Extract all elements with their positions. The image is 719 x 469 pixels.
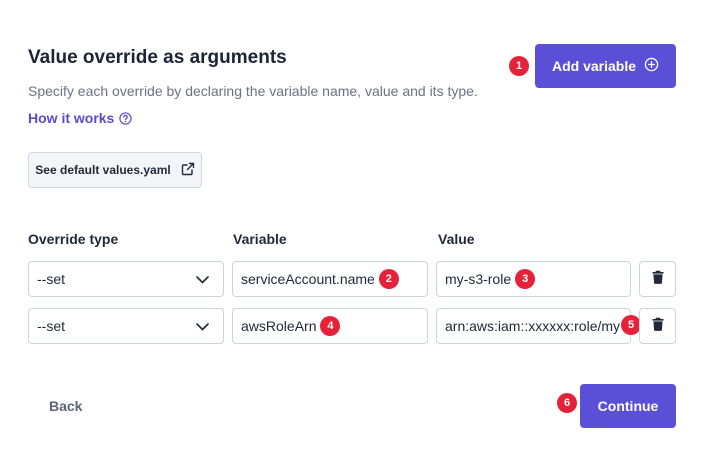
variable-value: awsRoleArn: [241, 318, 317, 334]
page-title: Value override as arguments: [28, 47, 287, 68]
delete-row-button-2[interactable]: [639, 308, 676, 344]
value-value: arn:aws:iam::xxxxxx:role/my: [445, 318, 621, 334]
page-subtitle: Specify each override by declaring the v…: [28, 83, 478, 99]
delete-row-button-1[interactable]: [639, 261, 676, 297]
external-link-icon: [181, 162, 195, 179]
continue-button[interactable]: Continue: [580, 384, 676, 428]
step-badge-2: 2: [378, 269, 399, 289]
step-badge-6: 6: [557, 393, 577, 413]
override-type-value: --set: [37, 318, 65, 334]
add-variable-button[interactable]: Add variable: [535, 44, 676, 88]
value-input-row-1[interactable]: my-s3-role 3: [436, 261, 631, 297]
value-input-row-2[interactable]: arn:aws:iam::xxxxxx:role/my: [436, 308, 631, 344]
trash-icon: [652, 317, 664, 336]
continue-label: Continue: [597, 398, 659, 414]
trash-icon: [652, 270, 664, 289]
see-default-values-button[interactable]: See default values.yaml: [28, 152, 202, 188]
variable-value: serviceAccount.name: [241, 271, 375, 287]
plus-circle-icon: [644, 57, 659, 75]
variable-input-row-1[interactable]: serviceAccount.name 2: [232, 261, 428, 297]
how-it-works-label: How it works: [28, 110, 115, 126]
see-default-values-label: See default values.yaml: [35, 163, 171, 177]
value-value: my-s3-role: [445, 271, 512, 287]
step-badge-3: 3: [515, 269, 536, 289]
override-type-select-row-1[interactable]: --set: [28, 261, 224, 297]
step-badge-1: 1: [509, 56, 529, 76]
override-type-select-row-2[interactable]: --set: [28, 308, 224, 344]
column-header-variable: Variable: [233, 231, 287, 247]
override-type-value: --set: [37, 271, 65, 287]
chevron-down-icon: [196, 271, 209, 287]
column-header-value: Value: [438, 231, 475, 247]
variable-input-row-2[interactable]: awsRoleArn 4: [232, 308, 428, 344]
add-variable-label: Add variable: [551, 58, 637, 74]
chevron-down-icon: [196, 318, 209, 334]
back-button[interactable]: Back: [49, 398, 82, 414]
step-badge-4: 4: [320, 316, 341, 336]
how-it-works-link[interactable]: How it works: [28, 110, 133, 126]
question-circle-icon: [119, 111, 133, 125]
step-badge-5: 5: [621, 315, 641, 335]
column-header-override-type: Override type: [28, 231, 119, 247]
